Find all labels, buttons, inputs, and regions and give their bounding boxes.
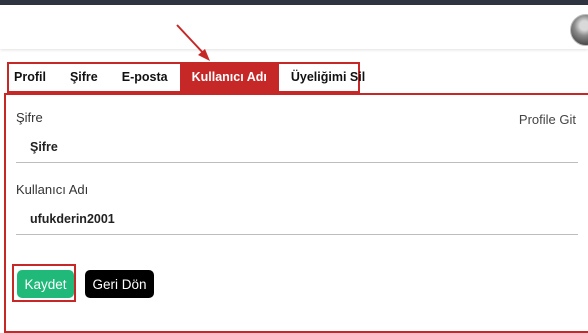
tab-profil[interactable]: Profil xyxy=(9,64,58,91)
tab-kullanici-adi[interactable]: Kullanıcı Adı xyxy=(179,64,279,91)
user-avatar[interactable] xyxy=(570,14,588,46)
back-button[interactable]: Geri Dön xyxy=(85,270,154,298)
username-field[interactable] xyxy=(16,203,578,235)
settings-tabs: Profil Şifre E-posta Kullanıcı Adı Üyeli… xyxy=(9,64,377,91)
tab-sifre[interactable]: Şifre xyxy=(58,64,110,91)
tab-uyeligimi-sil[interactable]: Üyeliğimi Sil xyxy=(279,64,377,91)
username-label: Kullanıcı Adı xyxy=(16,182,89,197)
save-button[interactable]: Kaydet xyxy=(17,270,74,298)
password-label: Şifre xyxy=(16,110,43,125)
password-field[interactable] xyxy=(16,131,578,163)
profile-link[interactable]: Profile Git xyxy=(519,112,576,127)
top-navbar xyxy=(0,5,588,49)
tab-eposta[interactable]: E-posta xyxy=(110,64,180,91)
